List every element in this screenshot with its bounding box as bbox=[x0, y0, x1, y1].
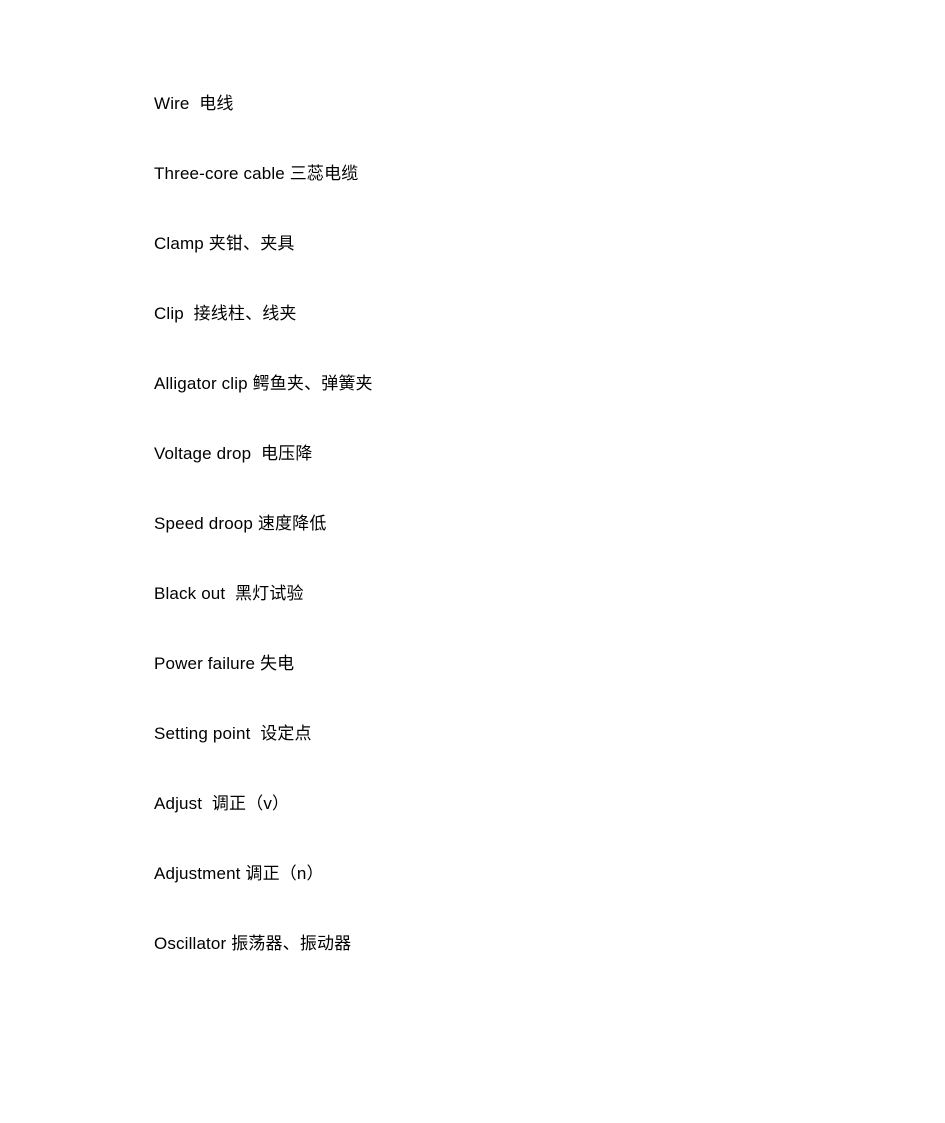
glossary-entry: Power failure 失电 bbox=[154, 654, 295, 673]
glossary-entry: Speed droop 速度降低 bbox=[154, 514, 327, 533]
glossary-entry: Adjust 调正（v） bbox=[154, 794, 290, 813]
glossary-entry: Oscillator 振荡器、振动器 bbox=[154, 934, 352, 953]
glossary-list: Wire 电线 Three-core cable 三蕊电缆 Clamp 夹钳、夹… bbox=[154, 92, 854, 956]
glossary-entry: Clamp 夹钳、夹具 bbox=[154, 234, 295, 253]
document-page: Wire 电线 Three-core cable 三蕊电缆 Clamp 夹钳、夹… bbox=[0, 0, 945, 1123]
glossary-entry: Alligator clip 鳄鱼夹、弹簧夹 bbox=[154, 374, 373, 393]
glossary-entry: Setting point 设定点 bbox=[154, 724, 312, 743]
glossary-entry: Black out 黑灯试验 bbox=[154, 584, 304, 603]
glossary-entry: Wire 电线 bbox=[154, 94, 234, 113]
glossary-entry: Three-core cable 三蕊电缆 bbox=[154, 164, 359, 183]
glossary-entry: Adjustment 调正（n） bbox=[154, 864, 324, 883]
glossary-entry: Clip 接线柱、线夹 bbox=[154, 304, 297, 323]
glossary-entry: Voltage drop 电压降 bbox=[154, 444, 313, 463]
